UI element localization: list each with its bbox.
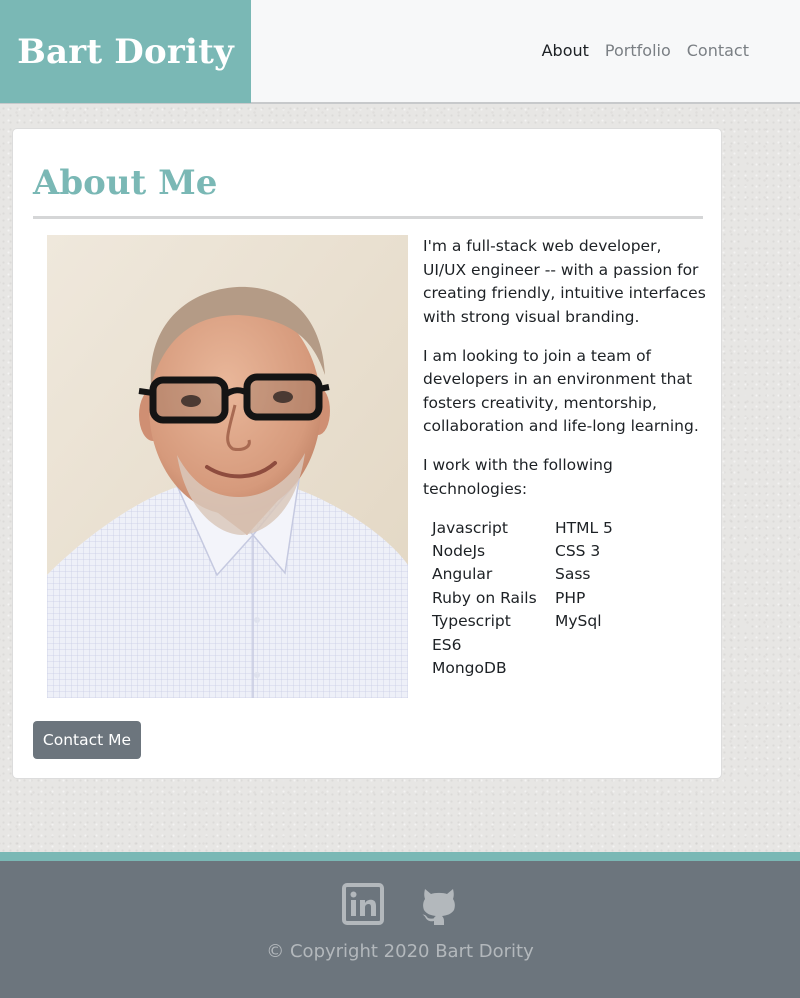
technology-item: PHP bbox=[555, 588, 586, 607]
technology-item: HTML 5 bbox=[555, 518, 613, 537]
technology-item: CSS 3 bbox=[555, 541, 601, 560]
social-links bbox=[0, 883, 800, 929]
github-icon bbox=[422, 889, 455, 925]
technology-item: Ruby on Rails bbox=[432, 588, 537, 607]
footer-accent-bar bbox=[0, 852, 800, 861]
linkedin-icon bbox=[342, 883, 384, 925]
linkedin-link[interactable] bbox=[342, 883, 384, 929]
technology-item: NodeJs bbox=[432, 541, 486, 560]
profile-photo-illustration bbox=[47, 235, 408, 698]
technology-list: Javascript NodeJs Angular Ruby on Rails … bbox=[423, 517, 708, 681]
nav-portfolio[interactable]: Portfolio bbox=[597, 40, 679, 62]
technology-item: Sass bbox=[555, 565, 591, 584]
profile-photo bbox=[47, 235, 408, 698]
bio-paragraph-tech-intro: I work with the following technologies: bbox=[423, 456, 613, 498]
copyright-text: © Copyright 2020 Bart Dority bbox=[266, 941, 534, 962]
nav-contact[interactable]: Contact bbox=[679, 40, 757, 62]
page-title: About Me bbox=[33, 163, 218, 203]
technology-item: MongoDB bbox=[432, 658, 507, 677]
bio-paragraph-goal: I am looking to join a team of developer… bbox=[423, 346, 699, 436]
brand-name[interactable]: Bart Dority bbox=[17, 32, 234, 72]
technology-item: Javascript bbox=[432, 518, 508, 537]
technology-item: ES6 bbox=[432, 635, 462, 654]
brand-block[interactable]: Bart Dority bbox=[0, 0, 251, 103]
site-footer: © Copyright 2020 Bart Dority bbox=[0, 861, 800, 998]
main-nav: About Portfolio Contact bbox=[534, 40, 757, 62]
technology-item: MySql bbox=[555, 612, 602, 631]
site-header: Bart Dority About Portfolio Contact bbox=[0, 0, 800, 104]
contact-me-button[interactable]: Contact Me bbox=[33, 721, 141, 759]
about-card: About Me I'm a full-stack web developer,… bbox=[12, 128, 722, 779]
technology-item: Typescript bbox=[432, 612, 511, 631]
bio-paragraph-intro: I'm a full-stack web developer, UI/UX en… bbox=[423, 237, 706, 326]
title-divider bbox=[33, 216, 703, 219]
technology-column-left: Javascript NodeJs Angular Ruby on Rails … bbox=[432, 517, 555, 681]
nav-about[interactable]: About bbox=[534, 40, 597, 62]
technology-column-right: HTML 5 CSS 3 Sass PHP MySql bbox=[555, 517, 613, 681]
github-link[interactable] bbox=[420, 883, 458, 929]
bio-text: I'm a full-stack web developer, UI/UX en… bbox=[423, 235, 708, 680]
technology-item: Angular bbox=[432, 565, 493, 584]
